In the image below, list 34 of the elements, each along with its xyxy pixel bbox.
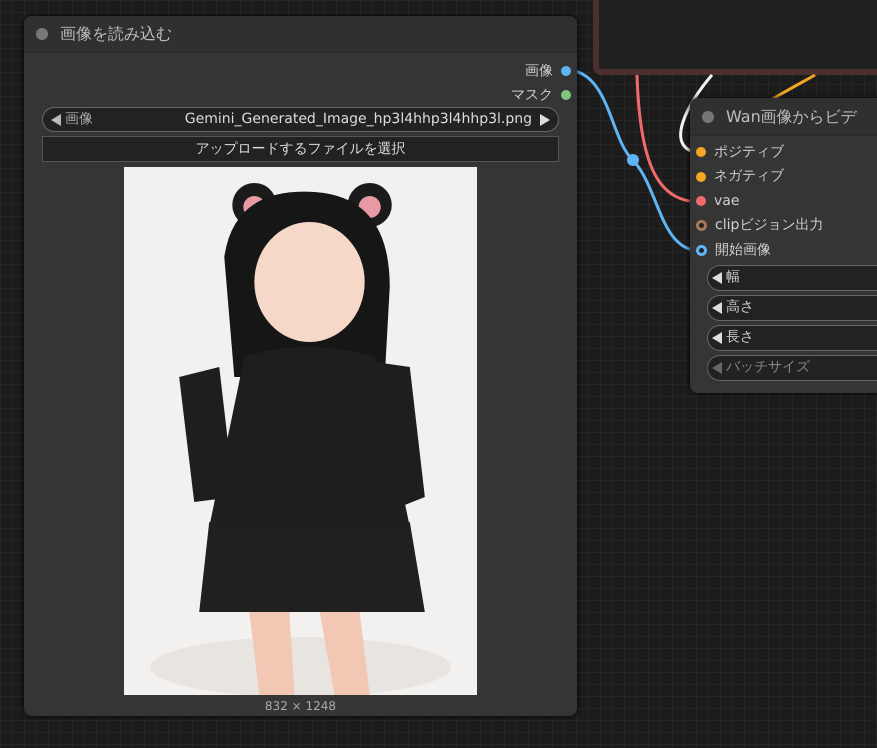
widget-label: 幅 [726,268,740,287]
input-label: clipビジョン出力 [715,216,824,236]
number-widget[interactable]: 幅 [707,264,877,290]
right-arrow-icon[interactable] [540,114,550,126]
node-panel[interactable]: 画像を読み込む 画像 マスク 画像 Gemini_Generated_Image_hp3l4hhp3l4hhp3l.png アップロードするファイルを選択 832 × 1248 [24,16,577,716]
wire-midpoint-icon[interactable] [627,154,639,166]
combo-value: Gemini_Generated_Image_hp3l4hhp3l4hhp3l.png [184,110,532,129]
left-arrow-icon[interactable] [51,114,61,126]
input-label: ポジティブ [714,142,784,162]
input-slot-icon[interactable] [696,220,707,232]
image-combo[interactable]: 画像 Gemini_Generated_Image_hp3l4hhp3l4hhp3l.png [42,107,559,132]
widget-label: バッチサイズ [726,358,810,377]
combo-label: 画像 [65,110,93,129]
input-label: vae [714,192,740,211]
input-slot-icon[interactable] [696,244,707,256]
image-dimensions: 832 × 1248 [264,698,336,715]
input-label: 開始画像 [715,240,771,260]
node-title: 画像を読み込む [60,23,172,45]
output-label: 画像 [525,62,553,80]
number-widget[interactable]: 高さ [707,294,877,320]
number-widget[interactable]: 長さ [707,324,877,350]
input-slot-icon[interactable] [696,172,706,182]
input-slot-icon[interactable] [696,147,706,158]
node-title: Wan画像からビデ [726,106,857,128]
output-slot-icon[interactable] [561,66,571,76]
widget-label: 長さ [726,328,754,347]
widget-label: 高さ [726,298,754,317]
node-title-bar[interactable]: 画像を読み込む [24,16,577,53]
input-slot-icon[interactable] [696,196,706,206]
output-label: マスク [511,86,553,104]
output-slot-icon[interactable] [561,90,571,100]
node-title-bar[interactable]: Wan画像からビデ [690,98,877,136]
upload-button[interactable]: アップロードするファイルを選択 [42,136,559,162]
input-label: ネガティブ [714,167,784,186]
